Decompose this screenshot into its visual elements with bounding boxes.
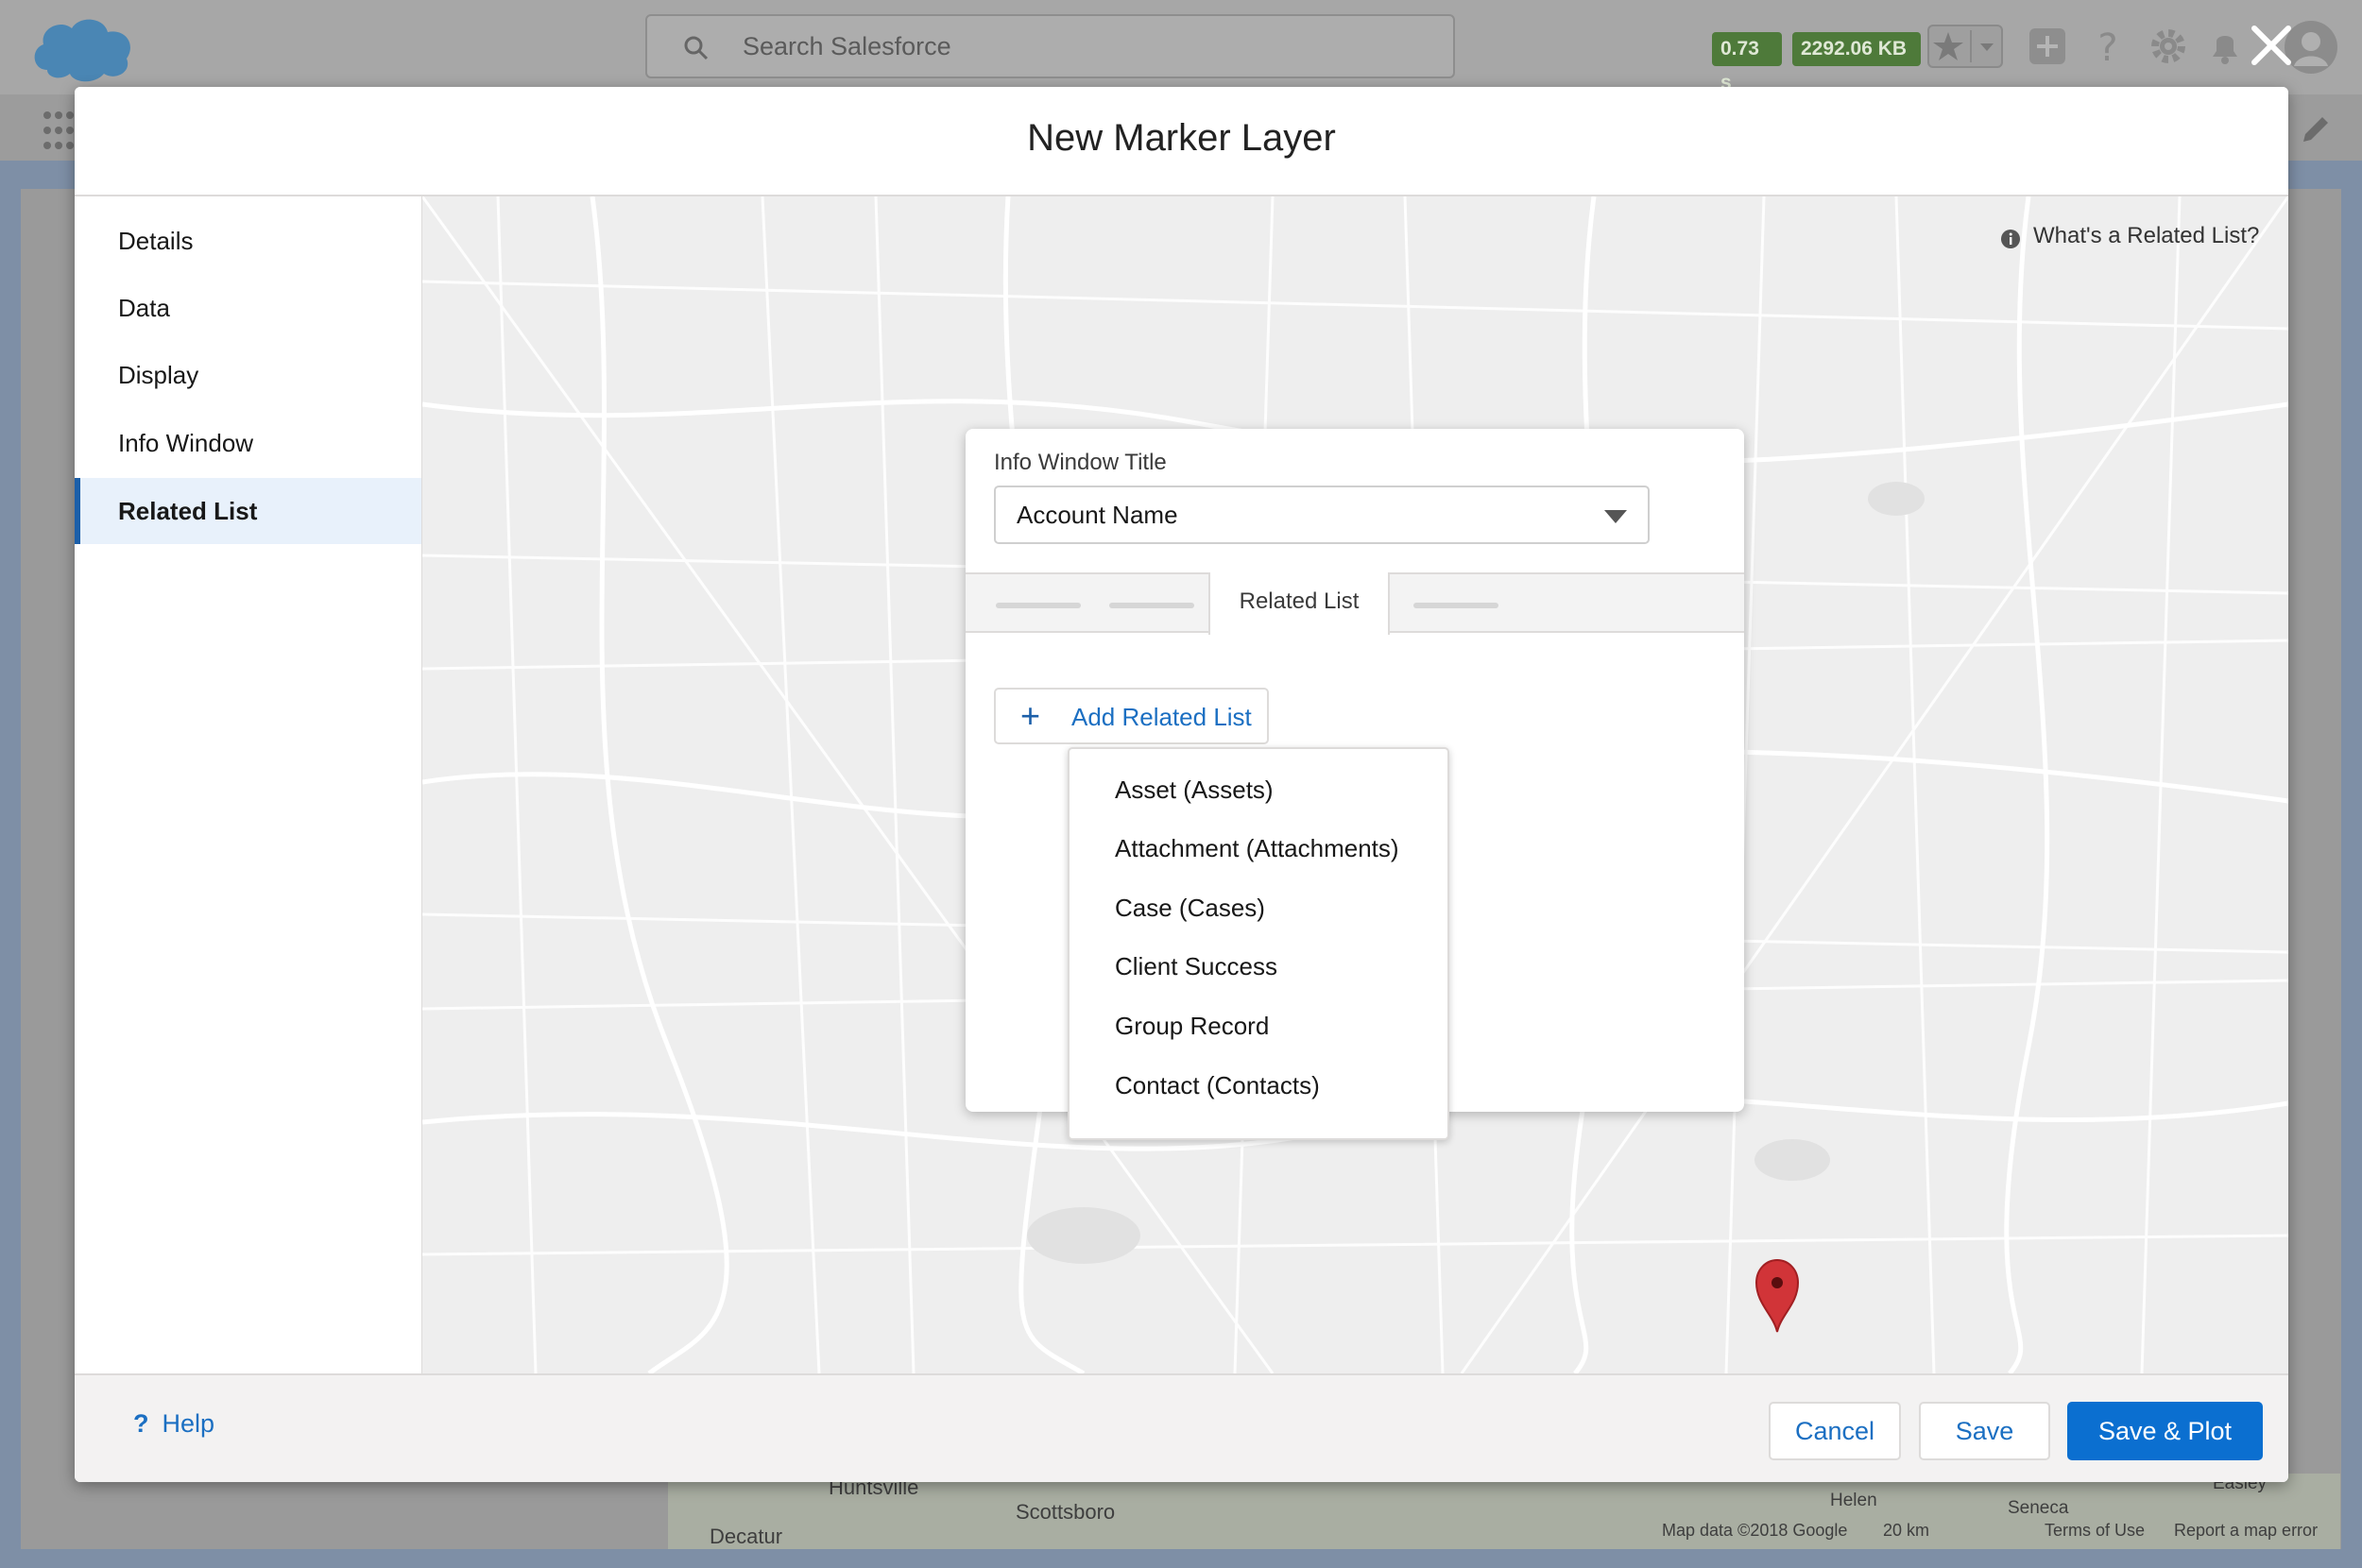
sidebar-item-related-list[interactable]: Related List (75, 478, 421, 544)
info-window-title-select[interactable]: Account Name (994, 486, 1650, 544)
info-icon (2001, 230, 2020, 248)
plus-icon: + (1020, 696, 1041, 735)
close-modal-icon[interactable] (2243, 17, 2300, 74)
sidebar-item-details[interactable]: Details (75, 208, 421, 274)
save-and-plot-button[interactable]: Save & Plot (2067, 1402, 2263, 1460)
salesforce-logo[interactable] (28, 11, 137, 85)
add-related-list-label: Add Related List (1071, 703, 1252, 731)
related-list-option[interactable]: Asset (Assets) (1070, 760, 1447, 819)
new-marker-layer-modal: New Marker Layer Details Data Display In… (75, 87, 2288, 1482)
save-button[interactable]: Save (1919, 1402, 2050, 1460)
map-label: Decatur (710, 1525, 783, 1548)
related-list-option[interactable]: Client Success (1070, 937, 1447, 996)
favorites-star-icon[interactable] (1927, 25, 2003, 68)
related-list-option[interactable]: Case (Cases) (1070, 878, 1447, 937)
map-attribution: Map data ©2018 Google (1662, 1521, 1848, 1540)
perf-memory-badge: 2292.06 KB (1792, 32, 1921, 66)
preview-tab-bar: Related List (966, 572, 1744, 635)
tab-placeholder[interactable] (996, 603, 1081, 608)
edit-pencil-icon[interactable] (2298, 111, 2334, 147)
tab-placeholder[interactable] (1413, 603, 1498, 608)
map-scale: 20 km (1883, 1521, 1930, 1540)
tab-related-list[interactable]: Related List (1208, 572, 1390, 635)
map-label: Helen (1830, 1491, 1877, 1510)
info-window-title-label: Info Window Title (994, 450, 1167, 475)
tab-placeholder[interactable] (1109, 603, 1194, 608)
map-marker-pin-icon[interactable] (1753, 1258, 1802, 1334)
sidebar-item-info-window[interactable]: Info Window (75, 410, 421, 476)
add-icon[interactable] (2026, 25, 2069, 68)
map-label: Seneca (2008, 1498, 2069, 1518)
help-link[interactable]: ? Help (133, 1409, 214, 1439)
global-search-input[interactable]: Search Salesforce (645, 14, 1455, 78)
related-list-option[interactable]: Attachment (Attachments) (1070, 819, 1447, 878)
map-label: Scottsboro (1016, 1500, 1116, 1524)
related-list-dropdown: Asset (Assets) Attachment (Attachments) … (1068, 747, 1449, 1140)
svg-text:?: ? (2097, 26, 2117, 68)
app-launcher-icon[interactable] (42, 108, 76, 153)
whats-a-related-list-link[interactable]: What's a Related List? (2033, 223, 2259, 249)
settings-gear-icon[interactable] (2147, 25, 2190, 68)
help-icon[interactable]: ? (2086, 25, 2130, 68)
help-question-icon: ? (133, 1409, 149, 1438)
map-terms-link[interactable]: Terms of Use (2045, 1521, 2145, 1541)
search-placeholder: Search Salesforce (743, 32, 951, 60)
info-window-title-value: Account Name (1017, 501, 1178, 529)
related-list-option[interactable]: Contact (Contacts) (1070, 1056, 1447, 1115)
perf-time-badge: 0.73 s (1712, 32, 1782, 94)
map-report-error-link[interactable]: Report a map error (2174, 1521, 2318, 1541)
background-map: Huntsville Scottsboro Decatur Helen Sene… (668, 1474, 2340, 1549)
modal-sidebar-nav: Details Data Display Info Window Related… (75, 196, 423, 1373)
modal-header: New Marker Layer (75, 87, 2288, 196)
related-list-option[interactable]: Group Record (1070, 997, 1447, 1055)
cancel-button[interactable]: Cancel (1769, 1402, 1901, 1460)
chevron-down-icon (1604, 510, 1627, 523)
notifications-bell-icon[interactable] (2203, 25, 2247, 68)
search-icon (684, 36, 709, 60)
modal-footer: ? Help Cancel Save Save & Plot (75, 1373, 2288, 1482)
sidebar-item-display[interactable]: Display (75, 342, 421, 408)
sidebar-item-data[interactable]: Data (75, 275, 421, 341)
help-label: Help (162, 1409, 215, 1438)
modal-title: New Marker Layer (1027, 117, 1336, 159)
add-related-list-button[interactable]: + Add Related List (994, 688, 1269, 744)
